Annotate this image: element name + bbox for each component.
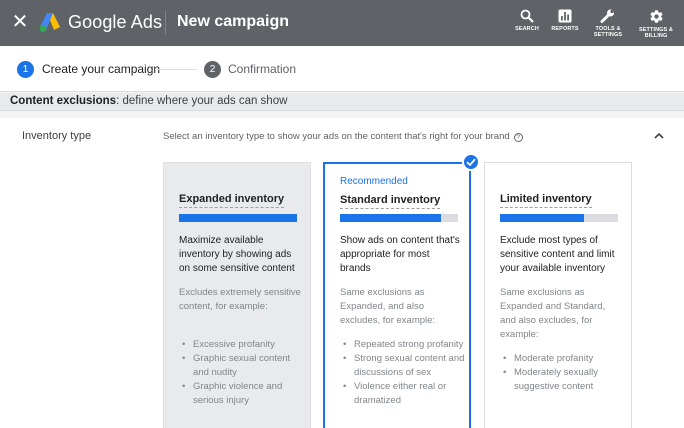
reports-label: REPORTS xyxy=(551,26,579,32)
inventory-level-bar xyxy=(340,214,458,222)
card-example-list: Excessive profanity Graphic sexual conte… xyxy=(179,338,304,408)
section-title: Content exclusions xyxy=(10,95,117,107)
list-item: Repeated strong profanity xyxy=(340,338,465,352)
settings-billing-label-2: BILLING xyxy=(644,33,668,39)
list-item: Excessive profanity xyxy=(179,338,304,352)
page-title: New campaign xyxy=(177,13,290,30)
section-subtitle: : define where your ads can show xyxy=(116,95,288,107)
inventory-description-text: Select an inventory type to show your ad… xyxy=(163,131,510,142)
step-1-number: 1 xyxy=(17,61,34,78)
standard-inventory-card[interactable]: Recommended Standard inventory Show ads … xyxy=(323,162,471,428)
content-exclusions-header: Content exclusions: define where your ad… xyxy=(0,93,684,111)
search-icon xyxy=(520,9,534,23)
card-sub-text: Same exclusions as Expanded, and also ex… xyxy=(340,287,436,326)
card-lead-text: Exclude most types of sensitive content … xyxy=(500,235,615,274)
card-lead-text: Maximize available inventory by showing … xyxy=(179,235,295,274)
inventory-level-bar xyxy=(179,214,297,222)
top-app-bar: ✕ Google Ads New campaign SEARCH REPORTS… xyxy=(0,0,684,46)
card-sub-text: Excludes extremely sensitive content, fo… xyxy=(179,287,301,312)
limited-inventory-card[interactable]: Limited inventory Exclude most types of … xyxy=(484,162,632,428)
card-example-list: Moderate profanity Moderately sexually s… xyxy=(500,352,625,394)
gear-icon xyxy=(649,10,663,23)
inventory-type-panel: Inventory type Select an inventory type … xyxy=(0,118,684,428)
list-item: Strong sexual content and discussions of… xyxy=(340,352,465,380)
inventory-level-fill xyxy=(340,214,442,222)
tools-settings-button[interactable]: TOOLS & SETTINGS xyxy=(590,9,626,38)
card-title: Limited inventory xyxy=(500,193,592,208)
brand-name[interactable]: Google Ads xyxy=(68,12,162,33)
selected-check-icon xyxy=(462,153,480,171)
chevron-up-icon[interactable] xyxy=(652,131,666,141)
reports-button[interactable]: REPORTS xyxy=(548,9,582,32)
step-2-number: 2 xyxy=(204,61,221,78)
card-title: Expanded inventory xyxy=(179,193,285,208)
card-example-list: Repeated strong profanity Strong sexual … xyxy=(340,338,465,408)
card-title: Standard inventory xyxy=(340,194,441,209)
tools-settings-label-2: SETTINGS xyxy=(593,32,623,38)
reports-icon xyxy=(558,9,572,23)
inventory-level-fill xyxy=(179,214,297,222)
search-button[interactable]: SEARCH xyxy=(512,9,542,32)
step-connector xyxy=(155,69,197,70)
close-icon[interactable]: ✕ xyxy=(10,12,30,32)
card-sub-text: Same exclusions as Expanded and Standard… xyxy=(500,287,606,340)
expanded-inventory-card[interactable]: Expanded inventory Maximize available in… xyxy=(163,162,311,428)
inventory-level-bar xyxy=(500,214,618,222)
list-item: Violence either real or dramatized xyxy=(340,380,465,408)
header-divider xyxy=(165,11,166,35)
list-item: Graphic sexual content and nudity xyxy=(179,352,304,380)
inventory-type-label: Inventory type xyxy=(22,130,92,142)
list-item: Moderately sexually suggestive content xyxy=(500,366,625,394)
wrench-icon xyxy=(600,9,614,23)
list-item: Graphic violence and serious injury xyxy=(179,380,304,408)
settings-billing-button[interactable]: SETTINGS & BILLING xyxy=(636,9,676,39)
campaign-stepper: 1 Create your campaign 2 Confirmation xyxy=(0,46,684,92)
inventory-type-description: Select an inventory type to show your ad… xyxy=(163,131,523,142)
google-ads-logo-icon xyxy=(39,13,60,32)
step-2-label[interactable]: Confirmation xyxy=(228,62,296,76)
inventory-level-fill xyxy=(500,214,584,222)
search-label: SEARCH xyxy=(515,26,539,32)
card-lead-text: Show ads on content that's appropriate f… xyxy=(340,235,460,274)
help-icon[interactable]: ? xyxy=(513,133,523,142)
step-1-label[interactable]: Create your campaign xyxy=(42,62,160,76)
list-item: Moderate profanity xyxy=(500,352,625,366)
recommended-label: Recommended xyxy=(340,176,408,187)
